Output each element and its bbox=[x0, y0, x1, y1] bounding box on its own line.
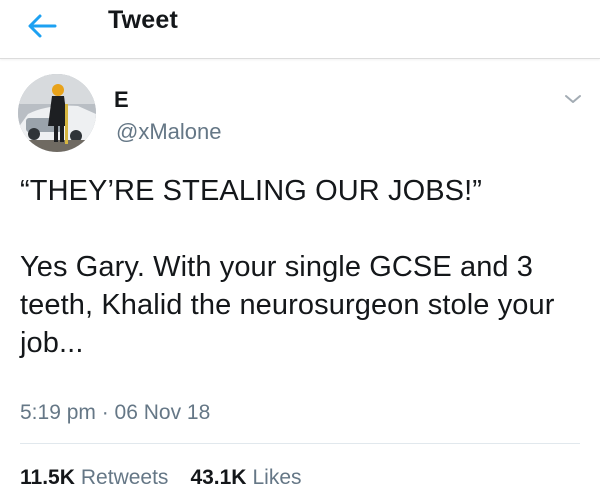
retweets-label: Retweets bbox=[80, 466, 169, 489]
arrow-left-icon bbox=[28, 14, 57, 38]
author-handle[interactable]: @xMalone bbox=[116, 119, 222, 145]
likes-label: Likes bbox=[252, 466, 302, 489]
top-app-bar: Tweet bbox=[0, 0, 600, 59]
tweet-timestamp: 5:19 pm · 06 Nov 18 bbox=[20, 401, 211, 424]
likes-count: 43.1K bbox=[190, 466, 247, 489]
likes-stat[interactable]: 43.1K Likes bbox=[190, 465, 301, 491]
retweets-stat[interactable]: 11.5K Retweets bbox=[20, 465, 168, 491]
avatar[interactable] bbox=[18, 74, 96, 152]
retweets-count: 11.5K bbox=[20, 466, 75, 489]
tweet-text: “THEY’RE STEALING OUR JOBS!” Yes Gary. W… bbox=[20, 175, 555, 359]
author-display-name[interactable]: E bbox=[114, 88, 129, 112]
chevron-down-icon bbox=[565, 95, 581, 103]
page-title: Tweet bbox=[108, 6, 178, 34]
back-button[interactable] bbox=[22, 6, 62, 46]
profile-photo bbox=[18, 74, 96, 152]
tweet-options-button[interactable] bbox=[558, 84, 588, 114]
divider bbox=[20, 443, 580, 444]
tweet-stats: 11.5K Retweets 43.1K Likes bbox=[20, 465, 302, 491]
tweet-detail-screen: Tweet E @xMalone “THEY’RE STEALING OUR J… bbox=[0, 0, 600, 502]
